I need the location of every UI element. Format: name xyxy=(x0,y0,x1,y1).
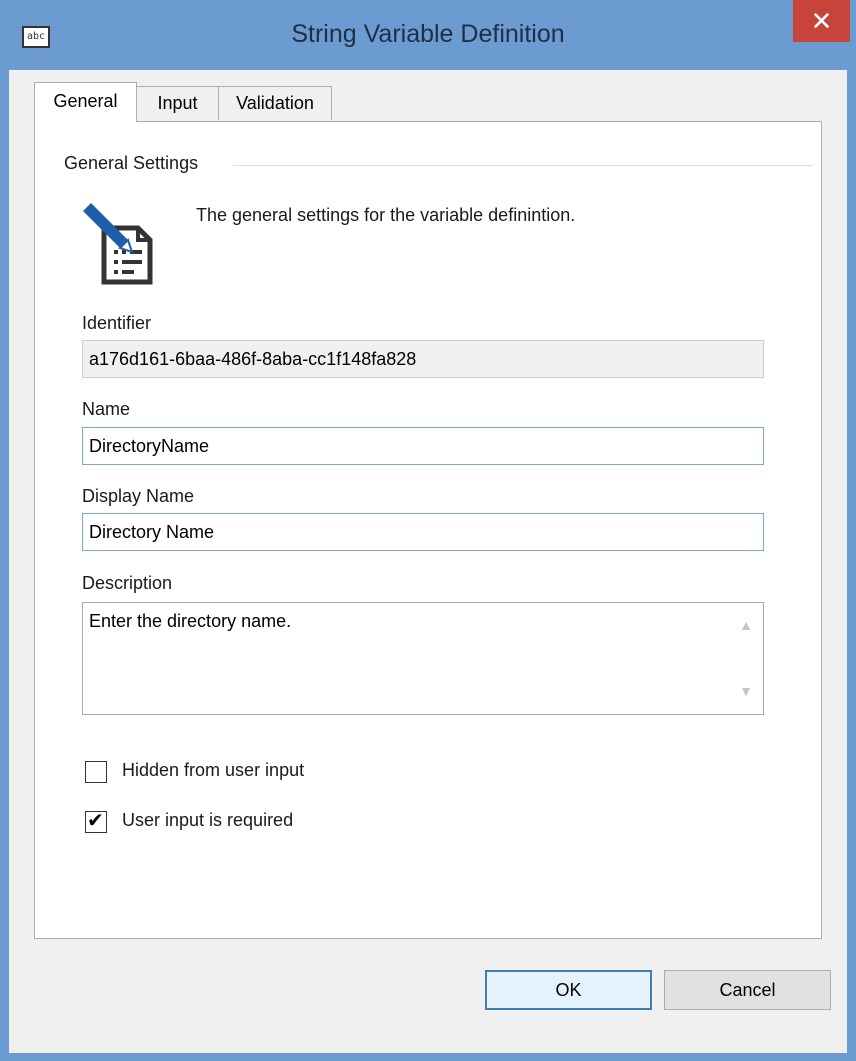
scroll-down-icon[interactable]: ▼ xyxy=(729,683,763,699)
edit-document-icon xyxy=(80,198,172,290)
section-description: The general settings for the variable de… xyxy=(196,205,576,225)
group-title: General Settings xyxy=(64,153,199,173)
description-field[interactable]: Enter the directory name. ▲ ▼ xyxy=(82,602,764,715)
tab-general[interactable]: General xyxy=(34,82,137,122)
hidden-checkbox[interactable] xyxy=(85,761,107,783)
group-divider xyxy=(233,165,813,166)
identifier-field[interactable]: a176d161-6baa-486f-8aba-cc1f148fa828 xyxy=(82,340,764,378)
display-name-field[interactable]: Directory Name xyxy=(82,513,764,551)
close-icon: ✕ xyxy=(810,6,833,36)
description-scrollbar[interactable]: ▲ ▼ xyxy=(729,603,763,714)
ok-button[interactable]: OK xyxy=(485,970,652,1010)
tab-input[interactable]: Input xyxy=(136,86,219,120)
required-checkbox-label[interactable]: User input is required xyxy=(122,810,293,831)
tab-panel-general: General Settings The general settings fo… xyxy=(34,121,822,939)
identifier-label: Identifier xyxy=(82,313,152,333)
hidden-checkbox-label[interactable]: Hidden from user input xyxy=(122,760,304,781)
required-checkbox[interactable]: ✔ xyxy=(85,810,107,833)
title-bar[interactable]: abc String Variable Definition ✕ xyxy=(0,0,856,70)
tab-validation[interactable]: Validation xyxy=(218,86,332,120)
window-title: String Variable Definition xyxy=(291,20,565,48)
dialog-window: abc String Variable Definition ✕ General… xyxy=(0,0,856,1061)
scroll-up-icon[interactable]: ▲ xyxy=(729,617,763,633)
description-label: Description xyxy=(82,573,173,593)
name-field[interactable]: DirectoryName xyxy=(82,427,764,465)
cancel-button[interactable]: Cancel xyxy=(664,970,831,1010)
display-name-label: Display Name xyxy=(82,486,195,506)
name-label: Name xyxy=(82,399,131,419)
close-button[interactable]: ✕ xyxy=(793,0,850,42)
checkmark-icon: ✔ xyxy=(87,810,104,832)
dialog-client-area: General Input Validation General Setting… xyxy=(9,70,847,1053)
description-text: Enter the directory name. xyxy=(89,611,292,631)
